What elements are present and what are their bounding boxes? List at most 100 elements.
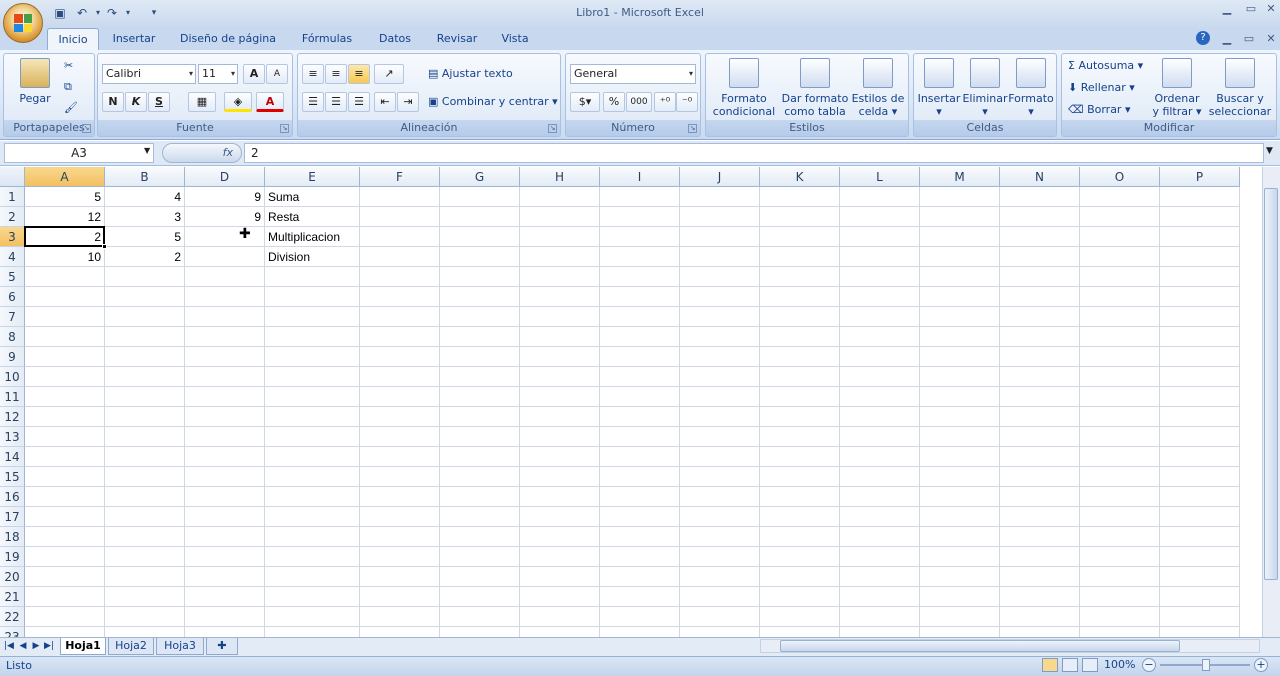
cell-k4[interactable]	[760, 247, 840, 267]
cell-p9[interactable]	[1160, 347, 1240, 367]
tab-vista[interactable]: Vista	[494, 28, 536, 50]
column-header-h[interactable]: H	[520, 167, 600, 187]
row-header-3[interactable]: 3	[0, 227, 25, 247]
cell-a15[interactable]	[25, 467, 105, 487]
cell-o22[interactable]	[1080, 607, 1160, 627]
row-header-5[interactable]: 5	[0, 267, 25, 287]
cell-f8[interactable]	[360, 327, 440, 347]
cell-j11[interactable]	[680, 387, 760, 407]
cell-m13[interactable]	[920, 427, 1000, 447]
cell-p23[interactable]	[1160, 627, 1240, 637]
cell-j14[interactable]	[680, 447, 760, 467]
cell-i14[interactable]	[600, 447, 680, 467]
cell-g4[interactable]	[440, 247, 520, 267]
cell-l10[interactable]	[840, 367, 920, 387]
name-box[interactable]: A3	[4, 143, 154, 163]
cell-e10[interactable]	[265, 367, 360, 387]
cell-d15[interactable]	[185, 467, 265, 487]
cell-e19[interactable]	[265, 547, 360, 567]
cell-m20[interactable]	[920, 567, 1000, 587]
office-button[interactable]	[3, 3, 43, 43]
cell-b19[interactable]	[105, 547, 185, 567]
cell-e15[interactable]	[265, 467, 360, 487]
cell-g10[interactable]	[440, 367, 520, 387]
tab-insertar[interactable]: Insertar	[108, 28, 160, 50]
cell-e7[interactable]	[265, 307, 360, 327]
cell-f17[interactable]	[360, 507, 440, 527]
cell-m16[interactable]	[920, 487, 1000, 507]
cell-d8[interactable]	[185, 327, 265, 347]
last-sheet-icon[interactable]: ▶|	[43, 639, 55, 653]
cell-e6[interactable]	[265, 287, 360, 307]
cell-o17[interactable]	[1080, 507, 1160, 527]
cell-i23[interactable]	[600, 627, 680, 637]
cell-b23[interactable]	[105, 627, 185, 637]
cell-g23[interactable]	[440, 627, 520, 637]
cell-f3[interactable]	[360, 227, 440, 247]
cell-m15[interactable]	[920, 467, 1000, 487]
zoom-level[interactable]: 100%	[1104, 658, 1135, 671]
cell-o8[interactable]	[1080, 327, 1160, 347]
cell-f10[interactable]	[360, 367, 440, 387]
shrink-font-button[interactable]: A	[266, 64, 288, 84]
cell-k5[interactable]	[760, 267, 840, 287]
row-header-19[interactable]: 19	[0, 547, 25, 567]
row-header-11[interactable]: 11	[0, 387, 25, 407]
cell-n6[interactable]	[1000, 287, 1080, 307]
cell-h13[interactable]	[520, 427, 600, 447]
cell-f9[interactable]	[360, 347, 440, 367]
row-header-8[interactable]: 8	[0, 327, 25, 347]
cell-a7[interactable]	[25, 307, 105, 327]
cell-h18[interactable]	[520, 527, 600, 547]
cell-n4[interactable]	[1000, 247, 1080, 267]
insert-function-button[interactable]: fx	[162, 143, 242, 163]
cell-f4[interactable]	[360, 247, 440, 267]
cell-a1[interactable]: 5	[25, 187, 105, 207]
cell-b10[interactable]	[105, 367, 185, 387]
increase-indent-icon[interactable]: ⇥	[397, 92, 419, 112]
cell-p10[interactable]	[1160, 367, 1240, 387]
cell-i11[interactable]	[600, 387, 680, 407]
cell-p5[interactable]	[1160, 267, 1240, 287]
cell-b3[interactable]: 5	[105, 227, 185, 247]
cell-j8[interactable]	[680, 327, 760, 347]
cell-b8[interactable]	[105, 327, 185, 347]
cell-i10[interactable]	[600, 367, 680, 387]
cell-p7[interactable]	[1160, 307, 1240, 327]
cell-i4[interactable]	[600, 247, 680, 267]
cell-d3[interactable]	[185, 227, 265, 247]
cell-j16[interactable]	[680, 487, 760, 507]
cell-p21[interactable]	[1160, 587, 1240, 607]
cell-b15[interactable]	[105, 467, 185, 487]
tab-diseno-pagina[interactable]: Diseño de página	[176, 28, 280, 50]
cell-b7[interactable]	[105, 307, 185, 327]
cell-l23[interactable]	[840, 627, 920, 637]
cell-o18[interactable]	[1080, 527, 1160, 547]
cell-h14[interactable]	[520, 447, 600, 467]
row-header-10[interactable]: 10	[0, 367, 25, 387]
cell-d10[interactable]	[185, 367, 265, 387]
cell-i20[interactable]	[600, 567, 680, 587]
cell-m12[interactable]	[920, 407, 1000, 427]
column-header-e[interactable]: E	[265, 167, 360, 187]
cell-d23[interactable]	[185, 627, 265, 637]
cell-f15[interactable]	[360, 467, 440, 487]
cell-n23[interactable]	[1000, 627, 1080, 637]
cell-e5[interactable]	[265, 267, 360, 287]
cell-f18[interactable]	[360, 527, 440, 547]
cell-g8[interactable]	[440, 327, 520, 347]
cell-p22[interactable]	[1160, 607, 1240, 627]
cell-n8[interactable]	[1000, 327, 1080, 347]
align-middle-icon[interactable]: ≡	[325, 64, 347, 84]
cell-h6[interactable]	[520, 287, 600, 307]
cell-b16[interactable]	[105, 487, 185, 507]
cell-b22[interactable]	[105, 607, 185, 627]
thousands-button[interactable]: 000	[626, 92, 652, 112]
cell-o1[interactable]	[1080, 187, 1160, 207]
orientation-icon[interactable]: ↗	[374, 64, 404, 84]
underline-button[interactable]: S	[148, 92, 170, 112]
cell-i21[interactable]	[600, 587, 680, 607]
cell-h12[interactable]	[520, 407, 600, 427]
cell-a5[interactable]	[25, 267, 105, 287]
cell-m8[interactable]	[920, 327, 1000, 347]
